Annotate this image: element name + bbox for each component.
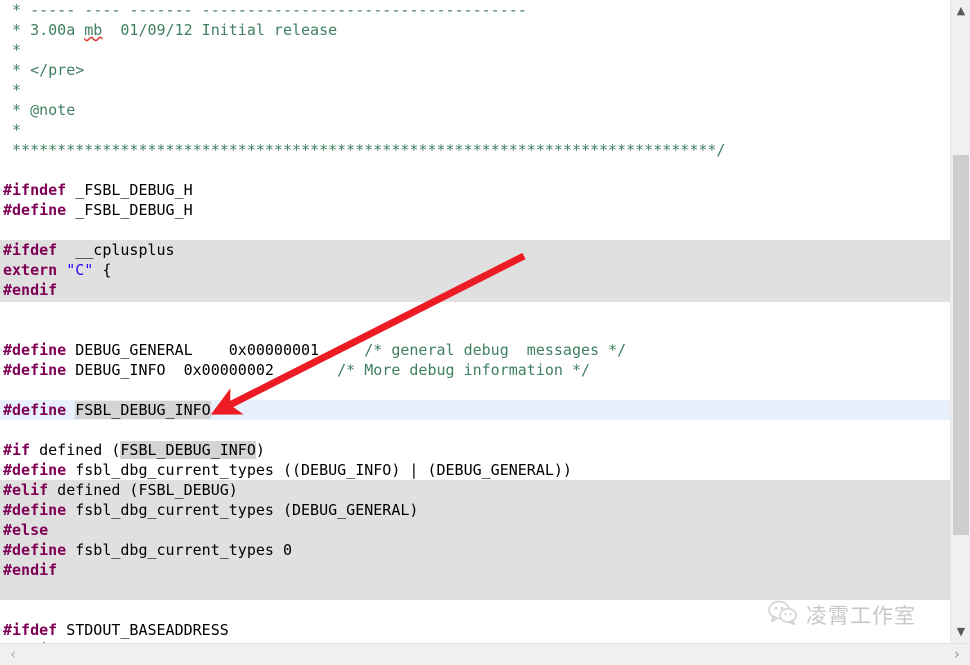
code-token-identifier: defined ( xyxy=(30,441,121,459)
code-line: * ----- ---- ------- -------------------… xyxy=(0,0,950,20)
code-token-identifier xyxy=(66,401,75,419)
vertical-scrollbar[interactable]: ▲ ▼ xyxy=(950,0,970,643)
watermark-text: 凌霄工作室 xyxy=(806,604,916,628)
code-line: extern "C" { xyxy=(0,260,950,280)
code-token-preprocessor: #define xyxy=(3,361,67,379)
code-token-preprocessor: #define xyxy=(3,461,67,479)
source-code-text[interactable]: * ----- ---- ------- -------------------… xyxy=(0,0,950,643)
code-token-identifier: { xyxy=(93,261,112,279)
code-line: #else xyxy=(0,520,950,540)
code-line: * 3.00a mb 01/09/12 Initial release xyxy=(0,20,950,40)
code-token-identifier: fsbl_dbg_current_types 0 xyxy=(66,541,292,559)
code-token-preprocessor: #if xyxy=(3,441,31,459)
code-token-identifier: fsbl_dbg_current_types (DEBUG_GENERAL) xyxy=(66,501,419,519)
code-token-identifier: DEBUG_GENERAL 0x00000001 xyxy=(66,341,320,359)
code-line: #ifdef __cplusplus xyxy=(0,240,950,260)
code-line: #define _FSBL_DEBUG_H xyxy=(0,200,950,220)
wechat-icon xyxy=(768,600,798,630)
code-token-preprocessor: #define xyxy=(3,341,67,359)
code-line: #define fsbl_dbg_current_types (DEBUG_GE… xyxy=(0,500,950,520)
code-line: * @note xyxy=(0,100,950,120)
scroll-left-chevron-icon[interactable]: ‹ xyxy=(2,644,24,665)
horizontal-scrollbar[interactable]: ‹ › xyxy=(0,643,970,665)
code-token-identifier: __cplusplus xyxy=(57,241,175,259)
code-token-comment: * 3.00a xyxy=(3,21,85,39)
code-token-identifier-occurrence: FSBL_DEBUG_INFO xyxy=(120,441,256,459)
code-token-comment: * xyxy=(3,121,22,139)
code-line: #endif xyxy=(0,560,950,580)
code-token-preprocessor: #define xyxy=(3,541,67,559)
code-line: * xyxy=(0,80,950,100)
code-token-preprocessor: #endif xyxy=(3,561,58,579)
code-token-preprocessor: #define xyxy=(3,201,67,219)
code-view[interactable]: * ----- ---- ------- -------------------… xyxy=(0,0,950,643)
code-line: * xyxy=(0,40,950,60)
code-token-comment: * xyxy=(3,81,22,99)
code-line: * xyxy=(0,120,950,140)
code-line: #define fsbl_dbg_current_types ((DEBUG_I… xyxy=(0,460,950,480)
code-token-comment: * @note xyxy=(3,101,76,119)
code-line: #if defined (FSBL_DEBUG_INFO) xyxy=(0,440,950,460)
code-line: #endif xyxy=(0,280,950,300)
code-token-identifier-occurrence: FSBL_DEBUG_INFO xyxy=(75,401,211,419)
code-token-string: "C" xyxy=(66,261,94,279)
scroll-right-chevron-icon[interactable]: › xyxy=(946,644,968,665)
code-line: #define fsbl_dbg_current_types 0 xyxy=(0,540,950,560)
code-token-identifier: ) xyxy=(255,441,265,459)
scroll-down-arrow-icon[interactable]: ▼ xyxy=(951,623,970,641)
code-token-preprocessor: #endif xyxy=(3,281,58,299)
code-line: #elif defined (FSBL_DEBUG) xyxy=(0,480,950,500)
code-token-preprocessor: #ifdef xyxy=(3,621,58,639)
code-token-identifier: STDOUT_BASEADDRESS xyxy=(57,621,229,639)
watermark: 凌霄工作室 xyxy=(768,600,916,630)
code-token-comment: ****************************************… xyxy=(3,141,726,159)
code-token-preprocessor: extern xyxy=(3,261,58,279)
vertical-scrollbar-thumb[interactable] xyxy=(953,155,969,535)
code-line: * </pre> xyxy=(0,60,950,80)
code-line: #define DEBUG_INFO 0x00000002 /* More de… xyxy=(0,360,950,380)
code-token-identifier: _FSBL_DEBUG_H xyxy=(66,181,193,199)
code-token-preprocessor: #elif xyxy=(3,481,49,499)
code-line: ****************************************… xyxy=(0,140,950,160)
code-token-preprocessor: #ifndef xyxy=(3,181,67,199)
code-token-identifier: defined (FSBL_DEBUG) xyxy=(48,481,238,499)
code-token-preprocessor: #else xyxy=(3,521,49,539)
code-token-comment: * ----- ---- ------- -------------------… xyxy=(3,1,527,19)
code-line: #define FSBL_DEBUG_INFO xyxy=(0,400,950,420)
code-token-identifier: DEBUG_INFO 0x00000002 xyxy=(66,361,274,379)
code-token-preprocessor: #define xyxy=(3,501,67,519)
code-token-comment-misspelled: mb xyxy=(84,21,103,39)
code-token-comment: 01/09/12 Initial release xyxy=(102,21,338,39)
scroll-up-arrow-icon[interactable]: ▲ xyxy=(951,2,970,20)
code-line: #define DEBUG_GENERAL 0x00000001 /* gene… xyxy=(0,340,950,360)
code-token-comment: * xyxy=(3,41,22,59)
code-line: #ifndef _FSBL_DEBUG_H xyxy=(0,180,950,200)
code-editor-window: * ----- ---- ------- -------------------… xyxy=(0,0,970,665)
code-token-identifier: fsbl_dbg_current_types ((DEBUG_INFO) | (… xyxy=(66,461,572,479)
code-token-preprocessor: #ifdef xyxy=(3,241,58,259)
code-token-comment: * </pre> xyxy=(3,61,85,79)
code-token-identifier xyxy=(57,261,66,279)
code-token-identifier: _FSBL_DEBUG_H xyxy=(66,201,193,219)
code-token-comment: /* More debug information */ xyxy=(273,361,591,379)
code-token-comment: /* general debug messages */ xyxy=(319,341,627,359)
code-token-preprocessor: #define xyxy=(3,401,67,419)
